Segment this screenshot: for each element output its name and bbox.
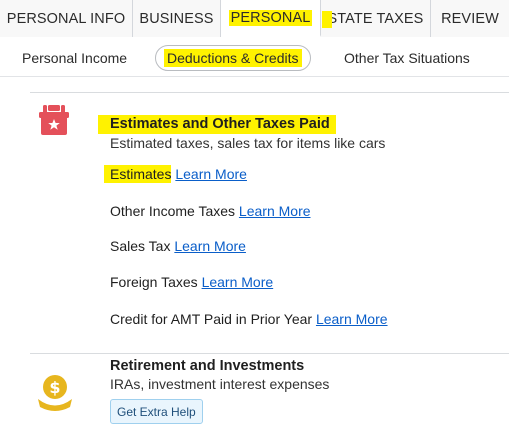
item-estimates: Estimates Learn More	[104, 165, 247, 183]
main-tab-bar: PERSONAL INFO BUSINESS PERSONAL STATE TA…	[0, 0, 509, 37]
tab-review-label: REVIEW	[441, 10, 499, 27]
other-income-taxes-learn-more-link[interactable]: Learn More	[239, 203, 311, 219]
tab-personal-info[interactable]: PERSONAL INFO	[0, 0, 133, 37]
tab-business[interactable]: BUSINESS	[133, 0, 221, 37]
amt-credit-learn-more-link[interactable]: Learn More	[316, 311, 388, 327]
tab-personal-label: PERSONAL	[228, 9, 313, 26]
svg-text:$: $	[49, 378, 60, 397]
section2-description: IRAs, investment interest expenses	[110, 376, 330, 392]
subtab-personal-income[interactable]: Personal Income	[22, 45, 127, 71]
tab-personal-info-label: PERSONAL INFO	[6, 10, 126, 27]
section-divider-top	[30, 92, 509, 93]
item-foreign-taxes-label: Foreign Taxes	[110, 274, 198, 290]
item-sales-tax: Sales Tax Learn More	[110, 238, 246, 254]
sales-tax-learn-more-link[interactable]: Learn More	[174, 238, 246, 254]
item-other-income-taxes: Other Income Taxes Learn More	[110, 203, 311, 219]
item-sales-tax-label: Sales Tax	[110, 238, 171, 254]
tab-state-taxes[interactable]: STATE TAXES	[321, 0, 431, 37]
subtab-personal-income-label: Personal Income	[22, 50, 128, 66]
tab-personal[interactable]: PERSONAL	[221, 0, 321, 37]
sub-tab-bar: Personal Income Deductions & Credits Oth…	[0, 37, 509, 77]
section1-title: Estimates and Other Taxes Paid	[98, 115, 336, 134]
coin-icon: $	[38, 375, 72, 411]
section1-description: Estimated taxes, sales tax for items lik…	[110, 135, 386, 151]
gift-icon	[39, 105, 69, 135]
subtab-deductions-credits[interactable]: Deductions & Credits	[155, 45, 311, 71]
section1-title-text: Estimates and Other Taxes Paid	[98, 115, 336, 134]
subtab-deductions-credits-label: Deductions & Credits	[164, 49, 302, 67]
tab-review[interactable]: REVIEW	[431, 0, 509, 37]
subtab-other-tax-situations-label: Other Tax Situations	[344, 50, 470, 66]
item-foreign-taxes: Foreign Taxes Learn More	[110, 274, 273, 290]
item-other-income-taxes-label: Other Income Taxes	[110, 203, 236, 219]
item-amt-credit-label: Credit for AMT Paid in Prior Year	[110, 311, 313, 327]
get-extra-help-button[interactable]: Get Extra Help	[110, 399, 203, 424]
item-estimates-label: Estimates	[104, 165, 172, 183]
section2-title: Retirement and Investments	[110, 358, 305, 374]
highlight-mark	[322, 11, 332, 28]
tab-business-label: BUSINESS	[139, 10, 214, 27]
subtab-other-tax-situations[interactable]: Other Tax Situations	[344, 45, 470, 71]
item-amt-credit: Credit for AMT Paid in Prior Year Learn …	[110, 311, 388, 327]
foreign-taxes-learn-more-link[interactable]: Learn More	[202, 274, 274, 290]
get-extra-help-label: Get Extra Help	[117, 404, 196, 419]
section-divider-middle	[30, 353, 509, 354]
tab-state-taxes-label: STATE TAXES	[327, 10, 424, 27]
estimates-learn-more-link[interactable]: Learn More	[175, 166, 247, 182]
